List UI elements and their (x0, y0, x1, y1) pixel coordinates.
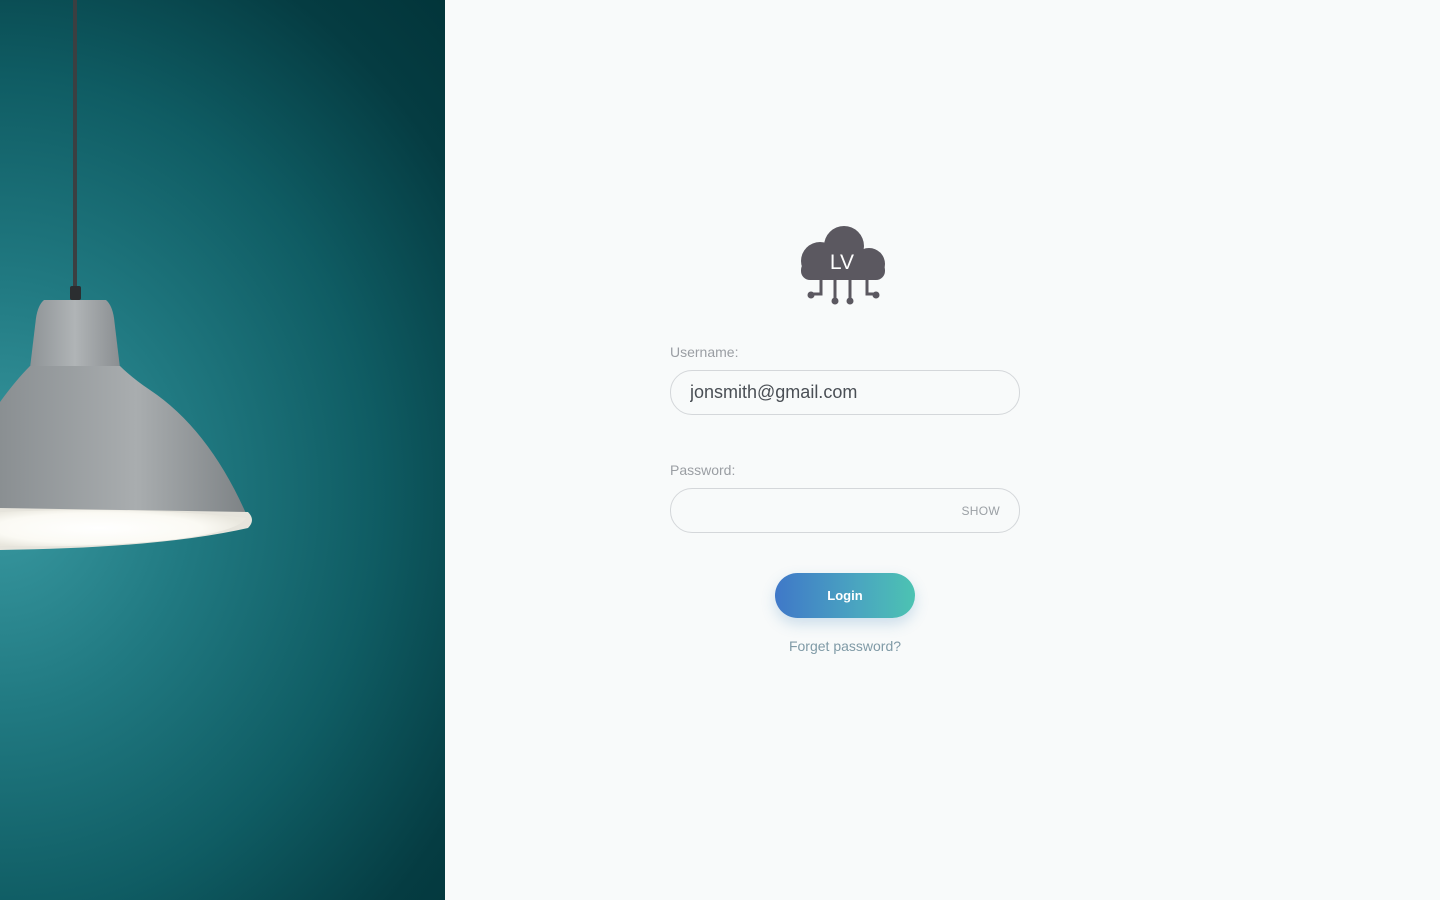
username-field-wrapper (670, 370, 1020, 415)
password-input[interactable] (671, 489, 950, 532)
username-input[interactable] (671, 371, 950, 414)
login-panel: LV Username: Password: SHOW Login Forget… (445, 0, 1440, 900)
password-field-wrapper: SHOW (670, 488, 1020, 533)
logo-text: LV (830, 251, 854, 274)
login-button[interactable]: Login (775, 573, 915, 618)
hero-image (0, 0, 445, 900)
login-page: LV Username: Password: SHOW Login Forget… (0, 0, 1440, 900)
forgot-password-link[interactable]: Forget password? (745, 638, 945, 654)
password-label: Password: (670, 462, 736, 478)
show-password-button[interactable]: SHOW (961, 504, 1000, 518)
username-label: Username: (670, 344, 739, 360)
cloud-circuit-icon: LV (801, 226, 885, 305)
pendant-lamp-illustration (0, 0, 252, 550)
